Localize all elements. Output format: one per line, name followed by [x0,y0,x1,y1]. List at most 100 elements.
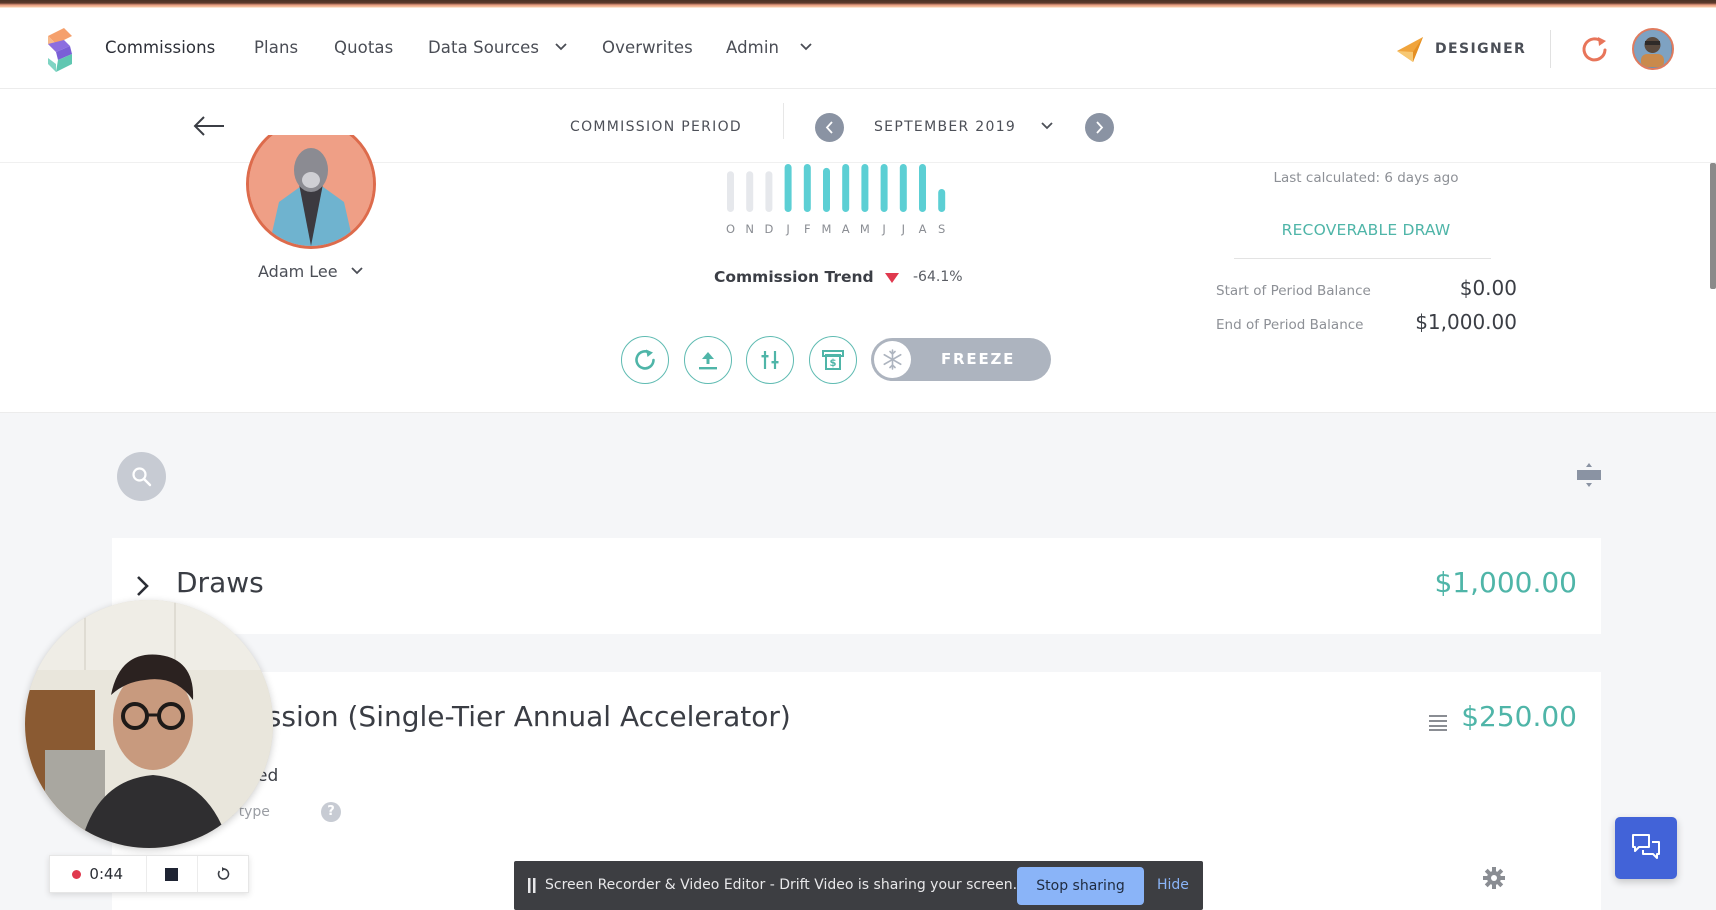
trend-bar [938,188,946,212]
period-selector[interactable]: SEPTEMBER 2019 [874,119,1016,135]
help-icon[interactable]: ? [321,802,341,822]
trend-month-label: M [859,222,870,236]
previous-period-button[interactable] [815,113,844,142]
upload-button[interactable] [684,336,732,384]
commission-rule-title: ission (Single-Tier Annual Accelerator) [259,700,791,733]
trend-down-icon [885,273,899,283]
draws-amount: $1,000.00 [1434,566,1577,599]
trend-bar [842,164,850,212]
chevron-down-icon[interactable] [1040,121,1054,131]
commission-trend-label: Commission Trend [714,268,874,286]
designer-button[interactable]: DESIGNER [1435,41,1526,57]
draw-divider [1234,258,1491,259]
adjustments-button[interactable] [746,336,794,384]
next-period-button[interactable] [1085,113,1114,142]
trend-bar [746,171,754,212]
trend-month-label: A [918,222,927,236]
collapse-all-icon[interactable] [1576,462,1602,488]
recording-time: 0:44 [89,865,124,883]
trend-bar [727,171,734,212]
hide-share-bar-button[interactable]: Hide [1157,877,1189,893]
trend-month-label: N [745,222,754,236]
last-calculated: Last calculated: 6 days ago [1273,170,1459,186]
payout-button[interactable]: $ [809,336,857,384]
back-arrow-icon[interactable] [192,115,226,137]
chevron-right-icon [1096,121,1104,134]
search-icon [132,467,152,487]
adjust-sliders-icon [761,351,779,369]
commission-amount: $250.00 [1461,700,1577,733]
chat-button[interactable] [1615,817,1677,879]
stop-icon [165,867,179,881]
recording-timer: 0:44 [50,856,147,892]
screen-share-bar: Screen Recorder & Video Editor - Drift V… [514,861,1203,910]
period-divider [783,103,784,139]
gear-icon[interactable] [1482,866,1506,890]
nav-plans[interactable]: Plans [254,38,298,57]
trend-month-label: S [938,222,946,236]
commission-period-label: COMMISSION PERIOD [570,119,742,135]
commission-trend-value: -64.1% [913,269,963,285]
search-button[interactable] [117,452,166,501]
chevron-left-icon [825,121,833,134]
trend-bar [899,164,907,212]
nav-commissions[interactable]: Commissions [105,38,215,57]
svg-text:$: $ [830,358,837,369]
end-balance-label: End of Period Balance [1216,317,1364,333]
freeze-toggle[interactable]: FREEZE [871,338,1051,381]
trend-bar [784,164,792,212]
app-logo-icon[interactable] [42,26,78,74]
list-icon[interactable] [1428,712,1448,732]
start-balance-value: $0.00 [1459,276,1517,300]
draws-card[interactable]: Draws $1,000.00 [112,538,1601,634]
restart-icon [217,867,230,880]
chevron-down-icon[interactable] [554,42,568,52]
recording-dot-icon [72,869,82,879]
recalculate-button[interactable] [621,336,669,384]
top-nav: Commissions Plans Quotas Data Sources Ov… [0,8,1716,89]
upload-icon [699,352,717,370]
freeze-label: FREEZE [941,350,1016,368]
snowflake-icon [883,349,902,370]
nav-admin[interactable]: Admin [726,38,779,57]
restart-recording-button[interactable] [198,856,248,892]
trend-bar [803,164,811,212]
webcam-bubble[interactable] [25,600,273,848]
trend-month-label: D [764,222,774,236]
nav-data-sources[interactable]: Data Sources [428,38,539,57]
window-top-accent [0,0,1716,8]
stop-sharing-button[interactable]: Stop sharing [1017,867,1144,905]
start-balance-label: Start of Period Balance [1216,283,1371,299]
trend-bar [823,167,830,212]
recoverable-draw-title[interactable]: RECOVERABLE DRAW [1230,221,1502,239]
nav-quotas[interactable]: Quotas [334,38,393,57]
share-message: Screen Recorder & Video Editor - Drift V… [545,877,1018,893]
trend-month-label: J [786,222,790,236]
rep-avatar[interactable] [246,135,376,249]
user-avatar[interactable] [1632,28,1674,70]
commission-summary: Adam Lee ONDJFMAMJJAS Commission Trend -… [0,135,1716,413]
trend-month-label: M [821,222,832,236]
trend-bar [919,164,926,212]
chevron-down-icon[interactable] [350,266,364,276]
page-scrollbar[interactable] [1710,163,1716,289]
chat-bubbles-icon [1632,834,1660,859]
recalculate-icon [635,349,655,370]
trend-month-label: J [882,222,886,236]
refresh-icon[interactable] [1578,33,1612,67]
trend-month-label: J [901,222,905,236]
draws-title: Draws [176,566,264,599]
chevron-down-icon[interactable] [799,42,813,52]
rep-name-selector[interactable]: Adam Lee [258,262,338,281]
recorder-controls: 0:44 [49,855,249,893]
trend-month-label: O [725,222,736,236]
trend-bar [861,164,869,212]
chevron-right-icon[interactable] [134,574,150,598]
paper-plane-icon[interactable] [1395,34,1425,64]
nav-overwrites[interactable]: Overwrites [602,38,693,57]
end-balance-value: $1,000.00 [1415,310,1517,334]
trend-month-label: A [841,222,850,236]
stop-recording-button[interactable] [147,856,199,892]
nav-divider [1550,30,1551,68]
trend-bar [765,171,773,212]
